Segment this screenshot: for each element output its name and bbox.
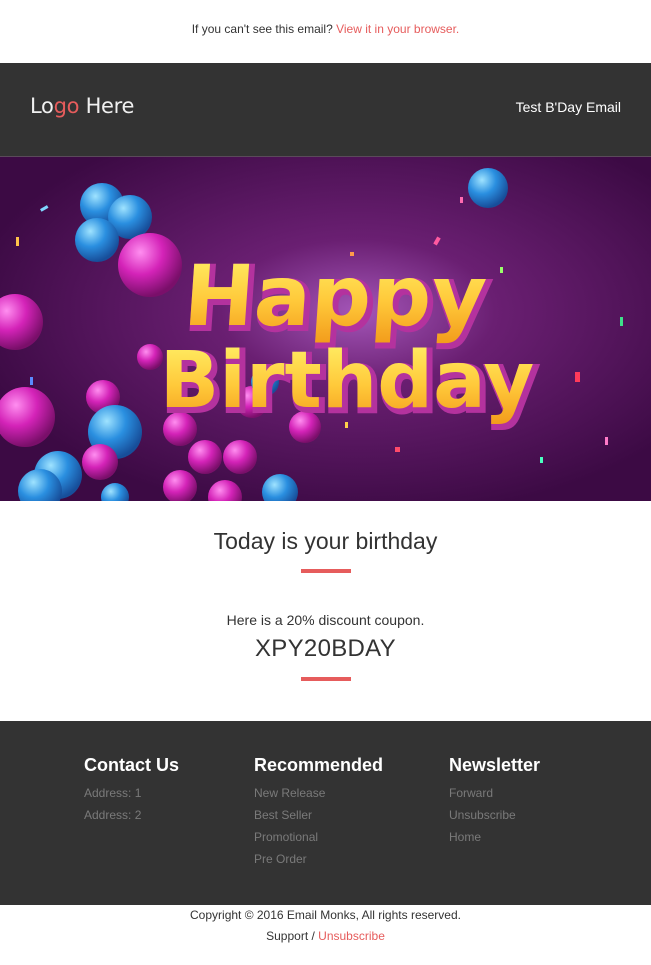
- logo-text-accent: go: [53, 94, 80, 118]
- new-release-link[interactable]: New Release: [254, 782, 383, 804]
- hero-line-2: Birthday: [160, 336, 534, 426]
- footer-column-title: Newsletter: [449, 755, 541, 775]
- best-seller-link[interactable]: Best Seller: [254, 804, 383, 826]
- hero-line-1: Happy: [181, 247, 490, 345]
- footer-column-contact: Contact Us Address: 1 Address: 2: [84, 755, 179, 826]
- logo-text-start: Lo: [30, 94, 54, 118]
- contact-address-2: Address: 2: [84, 808, 142, 822]
- birthday-title-art: Happy Happy Birthday Birthday: [160, 247, 540, 432]
- footer: Contact Us Address: 1 Address: 2 Recomme…: [0, 721, 651, 905]
- forward-link[interactable]: Forward: [449, 782, 540, 804]
- logo[interactable]: Logo Here: [30, 94, 134, 118]
- unsubscribe-link[interactable]: Unsubscribe: [318, 929, 385, 943]
- newsletter-unsubscribe-link[interactable]: Unsubscribe: [449, 804, 540, 826]
- coupon-description: Here is a 20% discount coupon.: [226, 612, 425, 628]
- support-line: Support / Unsubscribe: [0, 929, 651, 943]
- coupon-divider: [301, 677, 351, 681]
- contact-address-1: Address: 1: [84, 786, 142, 800]
- copyright-text: Copyright © 2016 Email Monks, All rights…: [190, 908, 461, 922]
- main-heading: Today is your birthday: [213, 528, 438, 554]
- logo-text-end: Here: [79, 94, 135, 118]
- header-title: Test B'Day Email: [515, 99, 621, 115]
- footer-column-title: Recommended: [254, 755, 384, 775]
- coupon-code: XPY20BDAY: [255, 635, 396, 662]
- heading-divider: [301, 569, 351, 573]
- preheader-text: If you can't see this email?: [191, 22, 333, 36]
- pre-order-link[interactable]: Pre Order: [254, 848, 383, 870]
- home-link[interactable]: Home: [449, 826, 540, 848]
- hero-banner: Happy Happy Birthday Birthday: [0, 157, 651, 501]
- promotional-link[interactable]: Promotional: [254, 826, 383, 848]
- footer-column-recommended: Recommended New Release Best Seller Prom…: [254, 755, 383, 870]
- view-in-browser-link[interactable]: View it in your browser.: [336, 22, 459, 36]
- preheader: If you can't see this email? View it in …: [0, 22, 651, 36]
- footer-column-title: Contact Us: [84, 755, 180, 775]
- support-link[interactable]: Support: [266, 929, 308, 943]
- email-header: Logo Here Test B'Day Email: [0, 63, 651, 157]
- footer-column-newsletter: Newsletter Forward Unsubscribe Home: [449, 755, 540, 848]
- happy-birthday-banner-image: Happy Happy Birthday Birthday: [0, 157, 651, 501]
- separator: /: [308, 929, 319, 943]
